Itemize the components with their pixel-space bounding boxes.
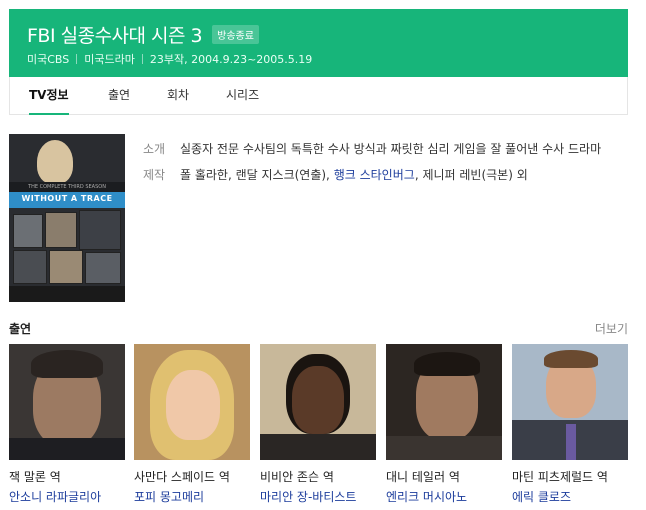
cast-card[interactable]: 비비안 존슨 역 마리안 장-바티스트 xyxy=(260,344,376,505)
cast-role: 대니 테일러 역 xyxy=(386,470,460,484)
cast-photo[interactable] xyxy=(134,344,250,460)
cast-photo[interactable] xyxy=(512,344,628,460)
poster-subtitle: THE COMPLETE THIRD SEASON xyxy=(28,184,106,190)
cast-card[interactable]: 잭 말론 역 안소니 라파글리아 xyxy=(9,344,125,505)
production-directors: 폴 홀라한, 랜달 지스크(연출), xyxy=(180,168,334,182)
cast-role: 사만다 스페이드 역 xyxy=(134,470,230,484)
poster-image[interactable]: THE COMPLETE THIRD SEASON WITHOUT A TRAC… xyxy=(9,134,125,302)
program-header: FBI 실종수사대 시즌 3 방송종료 미국CBS 미국드라마 23부작, 20… xyxy=(9,9,628,77)
intro-label: 소개 xyxy=(143,142,166,156)
poster-figure xyxy=(37,140,73,184)
poster-title: WITHOUT A TRACE xyxy=(21,194,113,203)
production-text: 폴 홀라한, 랜달 지스크(연출), 행크 스타인버그, 제니퍼 레빈(극본) … xyxy=(180,166,528,185)
production-link[interactable]: 행크 스타인버그 xyxy=(334,168,415,182)
intro-text: 실종자 전문 수사팀의 독특한 수사 방식과 짜릿한 심리 게임을 잘 풀어낸 … xyxy=(180,142,602,156)
tab-cast[interactable]: 출연 xyxy=(108,77,130,114)
episodes-label: 23부작, 2004.9.23~2005.5.19 xyxy=(149,53,313,66)
tab-tv-info[interactable]: TV정보 xyxy=(29,77,69,115)
cast-actor-link[interactable]: 에릭 클로즈 xyxy=(512,488,628,505)
meta-divider xyxy=(76,54,78,64)
meta-divider xyxy=(141,54,143,64)
cast-actor-link[interactable]: 포피 몽고메리 xyxy=(134,488,250,505)
status-badge: 방송종료 xyxy=(212,25,259,44)
cast-card[interactable]: 마틴 피츠제럴드 역 에릭 클로즈 xyxy=(512,344,628,505)
program-info: 소개 실종자 전문 수사팀의 독특한 수사 방식과 짜릿한 심리 게임을 잘 풀… xyxy=(143,140,623,192)
cast-actor-link[interactable]: 엔리크 머시아노 xyxy=(386,488,502,505)
cast-card[interactable]: 사만다 스페이드 역 포피 몽고메리 xyxy=(134,344,250,505)
program-title[interactable]: FBI 실종수사대 시즌 3 xyxy=(27,21,203,48)
cast-role: 마틴 피츠제럴드 역 xyxy=(512,470,608,484)
cast-photo[interactable] xyxy=(386,344,502,460)
cast-actor-link[interactable]: 안소니 라파글리아 xyxy=(9,488,125,505)
more-link[interactable]: 더보기 xyxy=(595,320,628,337)
production-label: 제작 xyxy=(143,168,166,182)
genre-label: 미국드라마 xyxy=(84,53,135,66)
intro-row: 소개 실종자 전문 수사팀의 독특한 수사 방식과 짜릿한 심리 게임을 잘 풀… xyxy=(143,140,623,159)
cast-card[interactable]: 대니 테일러 역 엔리크 머시아노 xyxy=(386,344,502,505)
production-row: 제작 폴 홀라한, 랜달 지스크(연출), 행크 스타인버그, 제니퍼 레빈(극… xyxy=(143,166,623,185)
cast-role: 비비안 존슨 역 xyxy=(260,470,334,484)
cast-photo[interactable] xyxy=(9,344,125,460)
network-label: 미국CBS xyxy=(27,53,70,66)
title-row: FBI 실종수사대 시즌 3 방송종료 xyxy=(27,21,259,48)
production-writers: , 제니퍼 레빈(극본) 외 xyxy=(414,168,528,182)
cast-role: 잭 말론 역 xyxy=(9,470,61,484)
tab-episodes[interactable]: 회차 xyxy=(167,77,189,114)
cast-section-title: 출연 xyxy=(9,322,32,336)
tab-series[interactable]: 시리즈 xyxy=(226,77,259,114)
cast-photo[interactable] xyxy=(260,344,376,460)
tab-bar: TV정보 출연 회차 시리즈 xyxy=(9,77,628,115)
cast-actor-link[interactable]: 마리안 장-바티스트 xyxy=(260,488,376,505)
program-meta: 미국CBS 미국드라마 23부작, 2004.9.23~2005.5.19 xyxy=(27,51,312,67)
